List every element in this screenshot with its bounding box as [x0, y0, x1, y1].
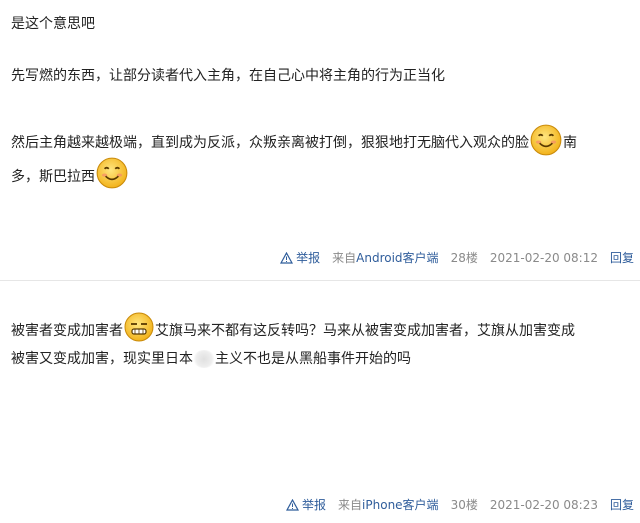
- floor-number: 28楼: [450, 251, 478, 265]
- report-button[interactable]: 举报: [280, 250, 320, 266]
- smiley-emoji-icon: [530, 124, 562, 156]
- post-text: 是这个意思吧: [11, 16, 95, 32]
- post-meta-bar: 举报 来自iPhone客户端 30楼 2021-02-20 08:23 回复: [286, 497, 634, 513]
- from-prefix: 来自: [338, 498, 363, 512]
- reply-button[interactable]: 回复: [610, 250, 634, 266]
- from-prefix: 来自: [332, 251, 357, 265]
- reply-post-30: 被害者变成加害者 艾旗马来不都有这反转吗？马来从被害变成加害者，艾旗从加害变成 …: [0, 281, 640, 523]
- post-text-line: 先写燃的东西，让部分读者代入主角，在自己心中将主角的行为正当化: [11, 66, 445, 86]
- client-link[interactable]: iPhone客户端: [362, 498, 439, 512]
- post-text: 被害又变成加害，现实里日本: [11, 351, 193, 367]
- post-text-line: 是这个意思吧: [11, 14, 95, 34]
- post-text-line: 多，斯巴拉西: [11, 157, 129, 194]
- post-text: 先写燃的东西，让部分读者代入主角，在自己心中将主角的行为正当化: [11, 68, 445, 84]
- report-warning-icon: [286, 499, 300, 511]
- smirk-emoji-icon: [124, 312, 154, 342]
- post-text-line: 被害又变成加害，现实里日本 主义不也是从黑船事件开始的吗: [11, 349, 411, 369]
- report-warning-icon: [280, 252, 294, 264]
- post-timestamp: 2021-02-20 08:12: [489, 251, 598, 265]
- post-text: 多，斯巴拉西: [11, 169, 95, 185]
- client-source: 来自iPhone客户端: [338, 497, 439, 513]
- floor-number: 30楼: [450, 498, 478, 512]
- post-meta-bar: 举报 来自Android客户端 28楼 2021-02-20 08:12 回复: [280, 250, 634, 266]
- post-timestamp: 2021-02-20 08:23: [489, 498, 598, 512]
- reply-post-28: 是这个意思吧 先写燃的东西，让部分读者代入主角，在自己心中将主角的行为正当化 然…: [0, 0, 640, 270]
- smiley-emoji-icon: [96, 157, 128, 189]
- blurred-text: [193, 350, 215, 368]
- post-text: 然后主角越来越极端，直到成为反派，众叛亲离被打倒，狠狠地打无脑代入观众的脸: [11, 135, 529, 151]
- post-text-line: 然后主角越来越极端，直到成为反派，众叛亲离被打倒，狠狠地打无脑代入观众的脸 南: [11, 124, 577, 160]
- post-text: 主义不也是从黑船事件开始的吗: [215, 351, 411, 367]
- client-link[interactable]: Android客户端: [356, 251, 438, 265]
- post-text: 南: [563, 135, 577, 151]
- reply-button[interactable]: 回复: [610, 497, 634, 513]
- report-label: 举报: [296, 251, 321, 265]
- post-text: 被害者变成加害者: [11, 323, 123, 339]
- report-label: 举报: [302, 498, 327, 512]
- client-source: 来自Android客户端: [332, 250, 438, 266]
- post-text: 艾旗马来不都有这反转吗？马来从被害变成加害者，艾旗从加害变成: [155, 323, 575, 339]
- report-button[interactable]: 举报: [286, 497, 326, 513]
- post-text-line: 被害者变成加害者 艾旗马来不都有这反转吗？马来从被害变成加害者，艾旗从加害变成: [11, 312, 575, 345]
